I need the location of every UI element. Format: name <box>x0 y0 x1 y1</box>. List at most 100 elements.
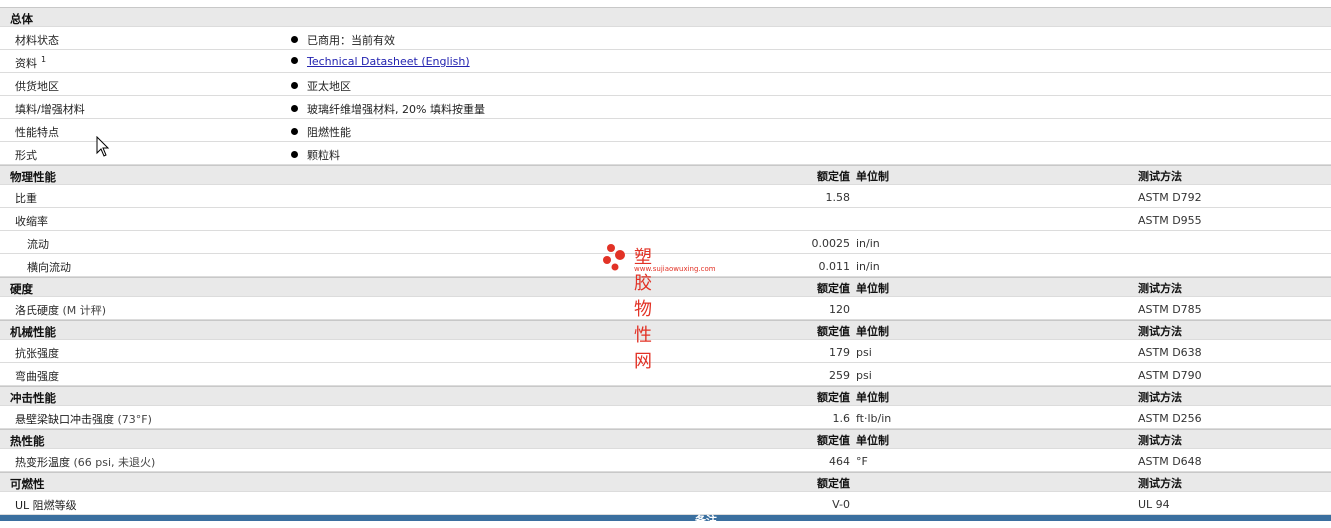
section-title: 冲击性能 <box>10 391 56 405</box>
section-header-flammability: 可燃性 额定值 测试方法 <box>0 472 1331 492</box>
footnote-marker[interactable]: 1 <box>41 55 46 64</box>
bullet-icon <box>291 151 298 158</box>
section-title: 物理性能 <box>10 170 56 184</box>
col-header-unit: 单位制 <box>856 325 889 338</box>
bullet-icon <box>291 57 298 64</box>
section-header-mechanical: 机械性能 额定值 单位制 测试方法 <box>0 320 1331 340</box>
col-header-test: 测试方法 <box>1138 391 1182 404</box>
notes-label: 备注 <box>695 514 717 527</box>
property-row: 悬壁梁缺口冲击强度 (73°F) 1.6 ft·lb/in ASTM D256 <box>0 406 1331 429</box>
watermark-dots-icon <box>603 244 625 271</box>
col-header-test: 测试方法 <box>1138 477 1182 490</box>
property-test-method: ASTM D790 <box>1138 369 1202 382</box>
property-label: 收缩率 <box>15 215 48 228</box>
section-title: 总体 <box>10 12 33 26</box>
general-row-datasheet: 资料 1 Technical Datasheet (English) <box>0 50 1331 73</box>
section-header-physical: 物理性能 额定值 单位制 测试方法 <box>0 165 1331 185</box>
general-row-form: 形式 颗粒料 <box>0 142 1331 165</box>
section-title: 可燃性 <box>10 477 45 491</box>
bullet-icon <box>291 105 298 112</box>
row-label: 材料状态 <box>15 34 59 47</box>
property-row: 抗张强度 179 psi ASTM D638 <box>0 340 1331 363</box>
general-row-filler: 填料/增强材料 玻璃纤维增强材料, 20% 填料按重量 <box>0 96 1331 119</box>
row-value: 亚太地区 <box>291 78 351 94</box>
general-row-region: 供货地区 亚太地区 <box>0 73 1331 96</box>
section-header-hardness: 硬度 额定值 单位制 测试方法 <box>0 277 1331 297</box>
property-unit: in/in <box>856 237 880 250</box>
property-value: 259 <box>829 369 850 382</box>
row-label: 填料/增强材料 <box>15 103 85 116</box>
notes-bar[interactable] <box>0 515 1331 521</box>
property-row: 收缩率 ASTM D955 <box>0 208 1331 231</box>
property-label: 洛氏硬度 (M 计秤) <box>15 304 107 317</box>
col-header-test: 测试方法 <box>1138 170 1182 183</box>
row-value: 玻璃纤维增强材料, 20% 填料按重量 <box>291 101 485 117</box>
col-header-test: 测试方法 <box>1138 434 1182 447</box>
property-test-method: UL 94 <box>1138 498 1170 511</box>
bullet-icon <box>291 82 298 89</box>
property-unit: psi <box>856 346 872 359</box>
property-label: 热变形温度 (66 psi, 未退火) <box>15 456 156 469</box>
property-row: 弯曲强度 259 psi ASTM D790 <box>0 363 1331 386</box>
property-label: 横向流动 <box>27 261 71 274</box>
property-test-method: ASTM D638 <box>1138 346 1202 359</box>
general-row-status: 材料状态 已商用：当前有效 <box>0 27 1331 50</box>
row-label: 形式 <box>15 149 37 162</box>
col-header-unit: 单位制 <box>856 282 889 295</box>
general-row-features: 性能特点 阻燃性能 <box>0 119 1331 142</box>
property-label: UL 阻燃等级 <box>15 499 77 512</box>
row-value: 颗粒料 <box>291 147 340 163</box>
property-row: 流动 0.0025 in/in <box>0 231 1331 254</box>
property-label: 悬壁梁缺口冲击强度 (73°F) <box>15 413 152 426</box>
property-row: 热变形温度 (66 psi, 未退火) 464 °F ASTM D648 <box>0 449 1331 472</box>
section-header-thermal: 热性能 额定值 单位制 测试方法 <box>0 429 1331 449</box>
property-value: 464 <box>829 455 850 468</box>
watermark-text: 塑胶物性网 <box>634 247 653 372</box>
col-header-value: 额定值 <box>817 282 850 295</box>
property-value: V-0 <box>832 498 850 511</box>
mouse-cursor-icon <box>96 135 110 161</box>
property-label: 流动 <box>27 238 49 251</box>
property-test-method: ASTM D792 <box>1138 191 1202 204</box>
property-test-method: ASTM D648 <box>1138 455 1202 468</box>
property-test-method: ASTM D256 <box>1138 412 1202 425</box>
property-row: 洛氏硬度 (M 计秤) 120 ASTM D785 <box>0 297 1331 320</box>
property-label: 弯曲强度 <box>15 370 59 383</box>
col-header-unit: 单位制 <box>856 434 889 447</box>
property-value: 120 <box>829 303 850 316</box>
property-unit: in/in <box>856 260 880 273</box>
col-header-value: 额定值 <box>817 434 850 447</box>
section-title: 硬度 <box>10 282 33 296</box>
property-unit: psi <box>856 369 872 382</box>
datasheet-link[interactable]: Technical Datasheet (English) <box>307 55 470 68</box>
col-header-unit: 单位制 <box>856 391 889 404</box>
property-test-method: ASTM D955 <box>1138 214 1202 227</box>
property-value: 1.58 <box>825 191 851 204</box>
property-table: 总体 材料状态 已商用：当前有效 资料 1 Technical Datasheet… <box>0 7 1331 515</box>
bullet-icon <box>291 36 298 43</box>
col-header-unit: 单位制 <box>856 170 889 183</box>
section-title: 热性能 <box>10 434 45 448</box>
col-header-value: 额定值 <box>817 391 850 404</box>
property-value: 179 <box>829 346 850 359</box>
property-unit: ft·lb/in <box>856 412 892 425</box>
col-header-value: 额定值 <box>817 170 850 183</box>
property-row: UL 阻燃等级 V-0 UL 94 <box>0 492 1331 515</box>
col-header-value: 额定值 <box>817 325 850 338</box>
property-row: 比重 1.58 ASTM D792 <box>0 185 1331 208</box>
row-value: Technical Datasheet (English) <box>291 55 470 68</box>
watermark-url: www.sujiaowuxing.com <box>634 265 716 273</box>
property-unit: °F <box>856 455 868 468</box>
section-title: 机械性能 <box>10 325 56 339</box>
row-label: 资料 1 <box>15 55 47 70</box>
col-header-test: 测试方法 <box>1138 282 1182 295</box>
col-header-test: 测试方法 <box>1138 325 1182 338</box>
section-header-impact: 冲击性能 额定值 单位制 测试方法 <box>0 386 1331 406</box>
section-header-general: 总体 <box>0 7 1331 27</box>
property-label: 比重 <box>15 192 37 205</box>
row-value: 阻燃性能 <box>291 124 351 140</box>
property-test-method: ASTM D785 <box>1138 303 1202 316</box>
property-value: 1.6 <box>832 412 851 425</box>
row-label: 性能特点 <box>15 126 59 139</box>
property-label: 抗张强度 <box>15 347 59 360</box>
